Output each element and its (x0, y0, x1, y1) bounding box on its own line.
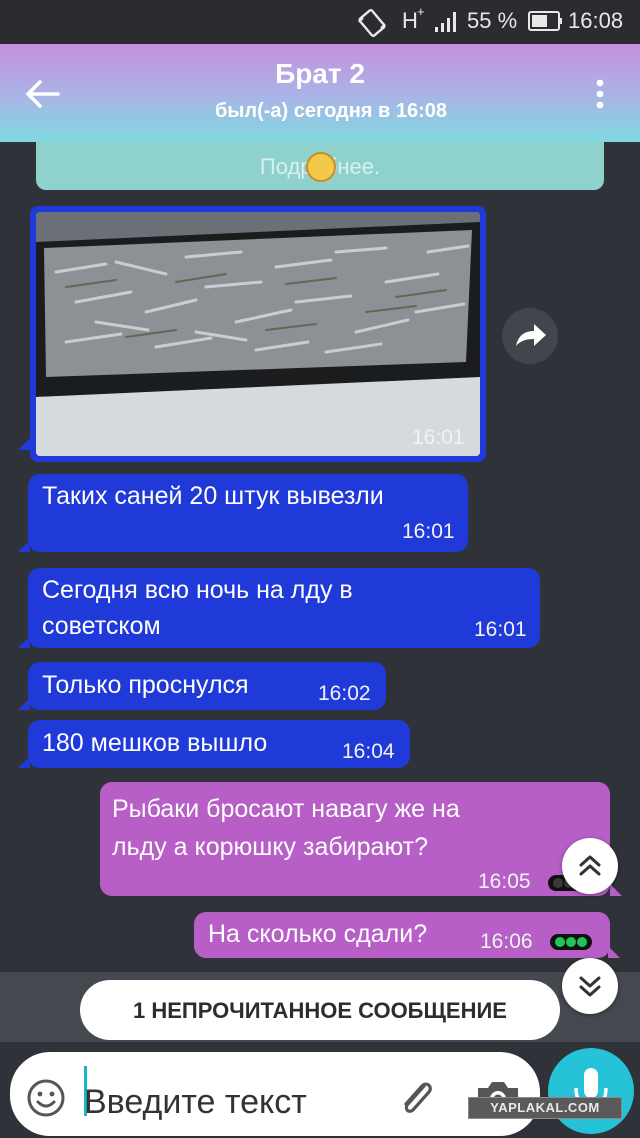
message-time: 16:01 (402, 520, 455, 543)
microphone-icon (574, 1068, 608, 1116)
watermark: YAPLAKAL.COM (468, 1097, 622, 1119)
bubble-tail (608, 946, 620, 958)
message-time: 16:04 (342, 740, 395, 763)
message-text: Таких саней 20 штук вывезли (42, 482, 384, 510)
composer (0, 1042, 640, 1138)
chevron-up-icon (579, 855, 601, 876)
message-list[interactable]: Подробнее. (0, 142, 640, 972)
info-notice[interactable]: Подробнее. (36, 142, 604, 190)
message-bubble[interactable]: 180 мешков вышло 16:04 (28, 720, 410, 768)
read-status-icon (550, 934, 592, 950)
emoji-icon[interactable] (26, 1078, 66, 1118)
message-text: Только проснулся (42, 671, 249, 699)
message-bubble[interactable]: Таких саней 20 штук вывезли 16:01 (28, 474, 468, 552)
bubble-tail (18, 756, 30, 768)
unread-banner[interactable]: 1 НЕПРОЧИТАННОЕ СООБЩЕНИЕ (80, 980, 560, 1040)
message-bubble[interactable]: Сегодня всю ночь на лду в советском 16:0… (28, 568, 540, 648)
bubble-tail (18, 540, 30, 552)
forward-icon (516, 324, 546, 346)
vibrate-icon (358, 9, 386, 37)
signal-icon (435, 12, 456, 32)
photo-message[interactable]: 16:01 (30, 206, 486, 462)
forward-button[interactable] (502, 308, 558, 364)
chat-header: Брат 2 был(-а) сегодня в 16:08 (0, 44, 640, 142)
paperclip-icon[interactable] (394, 1072, 438, 1120)
message-text: Рыбаки бросают навагу же на льду а корюш… (112, 795, 460, 861)
message-time: 16:01 (474, 618, 527, 641)
message-bubble[interactable]: На сколько сдали? 16:06 (194, 912, 610, 958)
emoji-sticker (306, 152, 336, 182)
message-text: 180 мешков вышло (42, 729, 268, 757)
chevron-down-icon (579, 976, 601, 997)
message-time: 16:01 (412, 426, 465, 449)
message-time: 16:06 (480, 930, 533, 953)
contact-name[interactable]: Брат 2 (0, 58, 640, 90)
unread-banner-text: 1 НЕПРОЧИТАННОЕ СООБЩЕНИЕ (133, 998, 507, 1023)
bubble-tail (18, 698, 30, 710)
network-plus: + (417, 4, 425, 19)
message-input[interactable] (84, 1074, 324, 1130)
message-photo[interactable]: 16:01 (36, 212, 480, 456)
status-bar: H + 55 % 16:08 (0, 0, 640, 44)
clock: 16:08 (568, 8, 624, 33)
bubble-tail (18, 636, 30, 648)
battery-icon (528, 11, 562, 31)
scroll-down-button[interactable] (562, 958, 618, 1014)
message-bubble[interactable]: Только проснулся 16:02 (28, 662, 386, 710)
network-type: H (402, 8, 418, 33)
message-time: 16:02 (318, 682, 371, 705)
scroll-up-button[interactable] (562, 838, 618, 894)
mic-button[interactable] (548, 1048, 634, 1134)
fish-tray-image (36, 212, 480, 456)
battery-percent: 55 % (467, 8, 518, 33)
last-seen: был(-а) сегодня в 16:08 (214, 100, 448, 122)
message-bubble[interactable]: Рыбаки бросают навагу же на льду а корюш… (100, 782, 610, 896)
input-pill (10, 1052, 540, 1136)
message-time: 16:05 (478, 870, 531, 893)
more-vert-icon[interactable] (588, 76, 612, 112)
message-text: На сколько сдали? (208, 920, 428, 948)
bubble-tail (18, 438, 30, 450)
message-text: Сегодня всю ночь на лду в советском (42, 576, 353, 640)
unread-banner-area: 1 НЕПРОЧИТАННОЕ СООБЩЕНИЕ (0, 958, 640, 1042)
